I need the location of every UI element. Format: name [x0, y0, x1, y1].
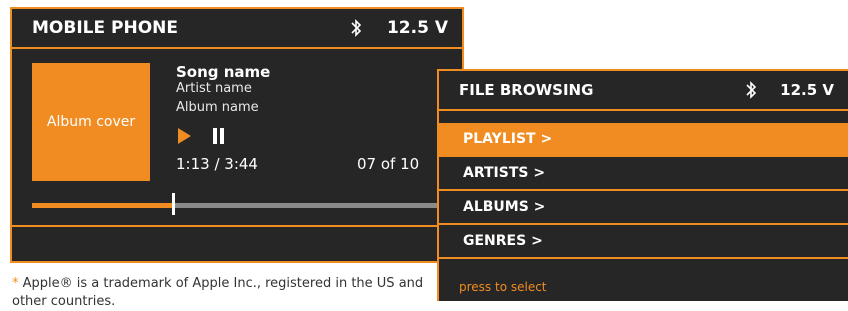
divider — [12, 225, 462, 227]
progress-bar[interactable] — [32, 203, 456, 208]
footnote-text: Apple® is a trademark of Apple Inc., reg… — [12, 276, 424, 309]
album-cover: Album cover — [32, 63, 150, 181]
file-browser-screen: FILE BROWSING 12.5 V PLAYLIST > ARTISTS … — [437, 69, 848, 301]
menu-item-artists[interactable]: ARTISTS > — [439, 157, 848, 191]
phone-screen: MOBILE PHONE 12.5 V Album cover Song nam… — [10, 7, 464, 263]
menu-item-genres[interactable]: GENRES > — [439, 225, 848, 259]
phone-header: MOBILE PHONE 12.5 V — [12, 9, 462, 49]
menu-item-playlist[interactable]: PLAYLIST > — [439, 123, 848, 157]
menu-item-albums[interactable]: ALBUMS > — [439, 191, 848, 225]
bluetooth-icon — [746, 81, 757, 99]
file-title: FILE BROWSING — [459, 81, 594, 99]
playback-time: 1:13 / 3:44 — [176, 155, 258, 173]
trademark-footnote: * Apple® is a trademark of Apple Inc., r… — [12, 275, 432, 311]
progress-handle[interactable] — [171, 193, 175, 215]
album-name: Album name — [176, 100, 259, 115]
bluetooth-icon — [351, 19, 362, 37]
track-counter: 07 of 10 — [357, 155, 420, 173]
footnote-star: * — [12, 276, 19, 291]
file-header: FILE BROWSING 12.5 V — [439, 71, 848, 111]
pause-icon[interactable] — [213, 128, 224, 144]
voltage-readout: 12.5 V — [780, 81, 834, 99]
progress-fill — [32, 203, 172, 208]
voltage-readout: 12.5 V — [386, 18, 448, 38]
phone-title: MOBILE PHONE — [32, 18, 178, 38]
song-name: Song name — [176, 63, 271, 81]
file-menu: PLAYLIST > ARTISTS > ALBUMS > GENRES > — [439, 123, 848, 259]
play-icon[interactable] — [178, 128, 191, 144]
artist-name: Artist name — [176, 81, 252, 96]
select-hint: press to select — [459, 280, 547, 294]
